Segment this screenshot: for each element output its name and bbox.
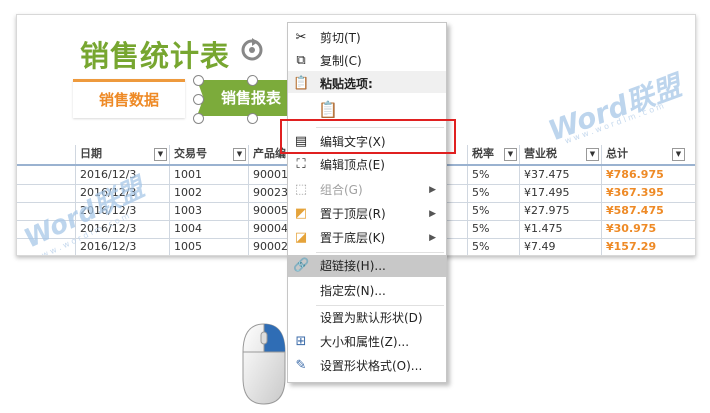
cell-tax-rate[interactable]: 5%: [467, 184, 519, 202]
cell-total[interactable]: ¥367.395: [601, 184, 687, 202]
filter-dropdown-icon[interactable]: ▼: [154, 148, 167, 161]
menu-item-label: 超链接(H)...: [320, 259, 386, 273]
menu-item-label: 组合(G): [320, 183, 363, 197]
cell-product[interactable]: 90005: [248, 202, 288, 220]
filter-dropdown-icon[interactable]: ▼: [233, 148, 246, 161]
menu-item-size-properties[interactable]: ⊞ 大小和属性(Z)...: [288, 331, 446, 353]
menu-item-label: 编辑顶点(E): [320, 158, 385, 172]
cell-tax-rate[interactable]: 5%: [467, 220, 519, 238]
submenu-arrow-icon: ▶: [429, 233, 436, 243]
menu-item-assign-macro[interactable]: 指定宏(N)...: [288, 280, 446, 302]
menu-item-cut[interactable]: ✂ 剪切(T): [288, 27, 446, 49]
cell-total[interactable]: ¥30.975: [601, 220, 687, 238]
hyperlink-icon: 🔗: [293, 258, 310, 273]
column-header-tax-rate[interactable]: 税率 ▼: [467, 145, 519, 164]
shape-resize-handle[interactable]: [247, 75, 258, 86]
menu-item-label: 剪切(T): [320, 31, 361, 45]
menu-item-group[interactable]: ⬚ 组合(G) ▶: [288, 179, 446, 201]
column-header-date[interactable]: 日期 ▼: [75, 145, 169, 164]
rotate-handle-icon[interactable]: [239, 37, 265, 63]
cell-business-tax[interactable]: ¥7.49: [519, 238, 601, 255]
filter-dropdown-icon[interactable]: ▼: [504, 148, 517, 161]
cell-tax-rate[interactable]: 5%: [467, 166, 519, 184]
submenu-arrow-icon: ▶: [429, 185, 436, 195]
cell-business-tax[interactable]: ¥37.475: [519, 166, 601, 184]
menu-separator: [316, 252, 444, 253]
menu-item-hyperlink[interactable]: 🔗 超链接(H)...: [288, 255, 446, 277]
cell-business-tax[interactable]: ¥17.495: [519, 184, 601, 202]
column-header-label: 营业税: [524, 147, 557, 160]
cell-txn[interactable]: 1003: [169, 202, 248, 220]
cell-product[interactable]: 90001: [248, 166, 288, 184]
menu-item-label: 设置形状格式(O)...: [320, 359, 423, 373]
column-header-label: 总计: [606, 147, 628, 160]
submenu-arrow-icon: ▶: [429, 209, 436, 219]
paste-icon: 📋: [318, 100, 338, 119]
context-menu: ✂ 剪切(T) ⧉ 复制(C) 📋 粘贴选项: 📋 ▤ 编辑文字(X) ⛶ 编辑…: [287, 22, 447, 383]
highlight-box-edit-text: [280, 119, 456, 154]
menu-item-edit-points[interactable]: ⛶ 编辑顶点(E): [288, 154, 446, 176]
cell-tax-rate[interactable]: 5%: [467, 202, 519, 220]
cell-txn[interactable]: 1005: [169, 238, 248, 255]
cell-txn[interactable]: 1004: [169, 220, 248, 238]
menu-item-label: 指定宏(N)...: [320, 284, 386, 298]
cell-product[interactable]: 90023: [248, 184, 288, 202]
cell-txn[interactable]: 1002: [169, 184, 248, 202]
cell-total[interactable]: ¥786.975: [601, 166, 687, 184]
paste-options-icon: 📋: [293, 76, 310, 91]
send-to-back-icon: ◪: [294, 230, 308, 245]
bring-to-front-icon: ◩: [294, 206, 308, 221]
column-header-total[interactable]: 总计 ▼: [601, 145, 687, 164]
menu-item-label: 复制(C): [320, 54, 362, 68]
column-header-label: 交易号: [174, 147, 207, 160]
filter-dropdown-icon[interactable]: ▼: [672, 148, 685, 161]
cell-business-tax[interactable]: ¥27.975: [519, 202, 601, 220]
menu-item-format-shape[interactable]: ✎ 设置形状格式(O)...: [288, 355, 446, 377]
cell-total[interactable]: ¥587.475: [601, 202, 687, 220]
shape-resize-handle[interactable]: [247, 113, 258, 124]
cell-business-tax[interactable]: ¥1.475: [519, 220, 601, 238]
column-header-label: 日期: [80, 147, 102, 160]
menu-item-paste-options: 📋 粘贴选项:: [288, 73, 446, 95]
format-shape-icon: ✎: [295, 358, 307, 373]
cell-tax-rate[interactable]: 5%: [467, 238, 519, 255]
menu-item-set-default-shape[interactable]: 设置为默认形状(D): [288, 307, 446, 329]
menu-separator: [316, 305, 444, 306]
menu-item-label: 粘贴选项:: [320, 77, 373, 91]
cell-date[interactable]: 2016/12/3: [75, 238, 169, 255]
copy-icon: ⧉: [296, 53, 306, 68]
shape-resize-handle[interactable]: [193, 75, 204, 86]
cell-product[interactable]: 90004: [248, 220, 288, 238]
column-header-label: 税率: [472, 147, 494, 160]
shape-resize-handle[interactable]: [193, 94, 204, 105]
shape-resize-handle[interactable]: [193, 113, 204, 124]
cell-product[interactable]: 90002: [248, 238, 288, 255]
tab-sales-data[interactable]: 销售数据: [73, 79, 185, 118]
sheet-title: 销售统计表: [80, 39, 231, 73]
group-icon: ⬚: [294, 182, 308, 197]
mouse-right-click-icon: [242, 323, 286, 405]
menu-item-paste[interactable]: 📋: [288, 99, 446, 121]
cell-total[interactable]: ¥157.29: [601, 238, 687, 255]
menu-item-label: 置于底层(K): [320, 231, 386, 245]
menu-item-bring-to-front[interactable]: ◩ 置于顶层(R) ▶: [288, 203, 446, 225]
edit-points-icon: ⛶: [296, 157, 306, 172]
menu-item-label: 置于顶层(R): [320, 207, 386, 221]
menu-item-label: 设置为默认形状(D): [320, 311, 423, 325]
menu-item-send-to-back[interactable]: ◪ 置于底层(K) ▶: [288, 227, 446, 249]
menu-item-copy[interactable]: ⧉ 复制(C): [288, 50, 446, 72]
scissors-icon: ✂: [295, 30, 307, 45]
menu-item-label: 大小和属性(Z)...: [320, 335, 410, 349]
column-header-txn[interactable]: 交易号 ▼: [169, 145, 248, 164]
size-properties-icon: ⊞: [295, 334, 307, 349]
filter-dropdown-icon[interactable]: ▼: [586, 148, 599, 161]
cell-txn[interactable]: 1001: [169, 166, 248, 184]
